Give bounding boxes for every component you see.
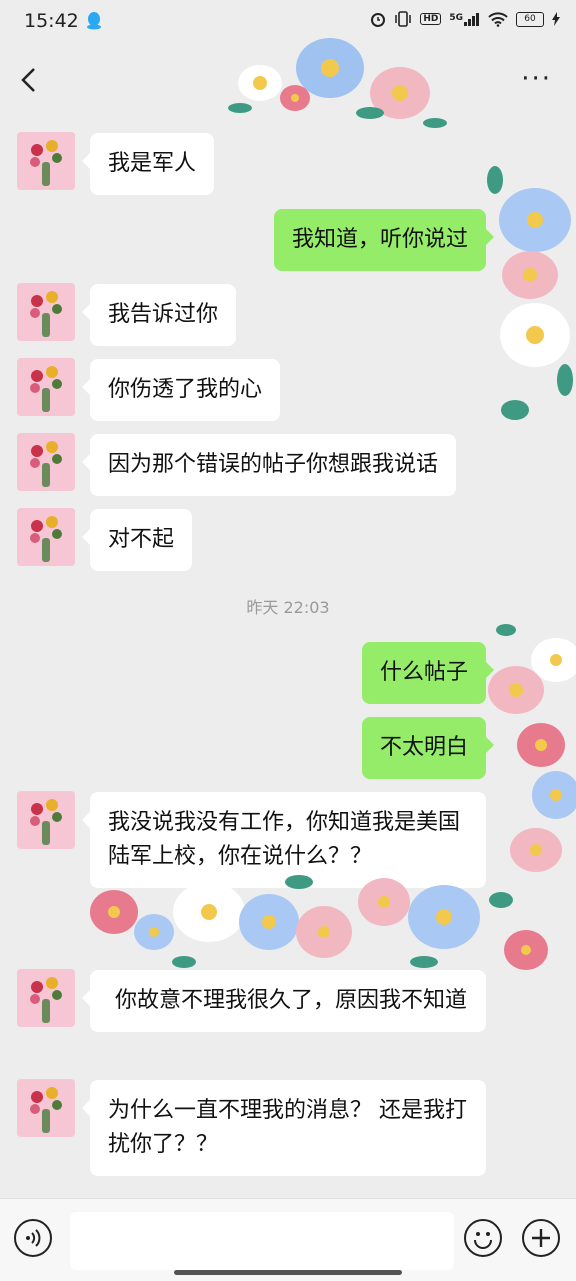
wifi-icon	[488, 11, 508, 27]
chat-timestamp: 昨天 22:03	[246, 598, 330, 617]
chat-header: ···	[0, 44, 576, 116]
smiley-icon	[474, 1232, 492, 1249]
battery-icon: 60	[516, 11, 544, 27]
system-icons: HD 5G 60	[370, 11, 560, 27]
contact-avatar[interactable]	[17, 132, 75, 190]
contact-avatar[interactable]	[17, 508, 75, 566]
contact-avatar[interactable]	[17, 433, 75, 491]
alarm-icon	[371, 13, 386, 27]
contact-avatar[interactable]	[17, 358, 75, 416]
flower-sticker-right-upper	[487, 166, 573, 420]
message-input[interactable]	[70, 1212, 454, 1270]
contact-avatar[interactable]	[17, 969, 75, 1027]
contact-avatar[interactable]	[17, 283, 75, 341]
message-sent[interactable]: 我知道，听你说过	[273, 209, 495, 271]
status-bar: 15:42 HD 5G 60	[0, 0, 576, 44]
signal-5g-icon: 5G	[449, 12, 480, 26]
vibrate-icon	[395, 11, 412, 27]
message-received[interactable]: 你故意不理我很久了，原因我不知道	[82, 970, 486, 1032]
message-received[interactable]: 对不起	[81, 509, 193, 571]
qq-icon	[87, 12, 101, 30]
emoji-button[interactable]	[464, 1219, 502, 1257]
flower-sticker-right-lower	[488, 624, 576, 970]
more-functions-button[interactable]	[522, 1219, 560, 1257]
message-sent[interactable]: 不太明白	[361, 717, 495, 779]
message-received[interactable]: 我告诉过你	[81, 284, 237, 346]
message-received[interactable]: 你伤透了我的心	[81, 359, 281, 421]
plus-icon	[532, 1229, 550, 1247]
message-sent[interactable]: 什么帖子	[361, 642, 495, 704]
contact-avatar[interactable]	[17, 791, 75, 849]
message-received[interactable]: 为什么一直不理我的消息？ 还是我打扰你了？？	[82, 1080, 486, 1176]
contact-avatar[interactable]	[17, 1079, 75, 1137]
home-indicator	[174, 1270, 402, 1275]
more-options-icon[interactable]: ···	[521, 66, 552, 92]
network-label: 5G	[449, 12, 463, 23]
input-bar	[0, 1198, 576, 1281]
voice-icon	[26, 1229, 41, 1247]
message-received[interactable]: 因为那个错误的帖子你想跟我说话	[81, 434, 457, 496]
message-received[interactable]: 我没说我没有工作，你知道我是美国陆军上校，你在说什么？？	[82, 792, 486, 888]
status-time: 15:42	[24, 10, 79, 32]
charging-icon	[552, 12, 560, 26]
hd-badge: HD	[420, 13, 442, 25]
back-arrow-icon[interactable]	[18, 66, 40, 94]
voice-input-button[interactable]	[14, 1219, 52, 1257]
message-received[interactable]: 我是军人	[81, 133, 215, 195]
